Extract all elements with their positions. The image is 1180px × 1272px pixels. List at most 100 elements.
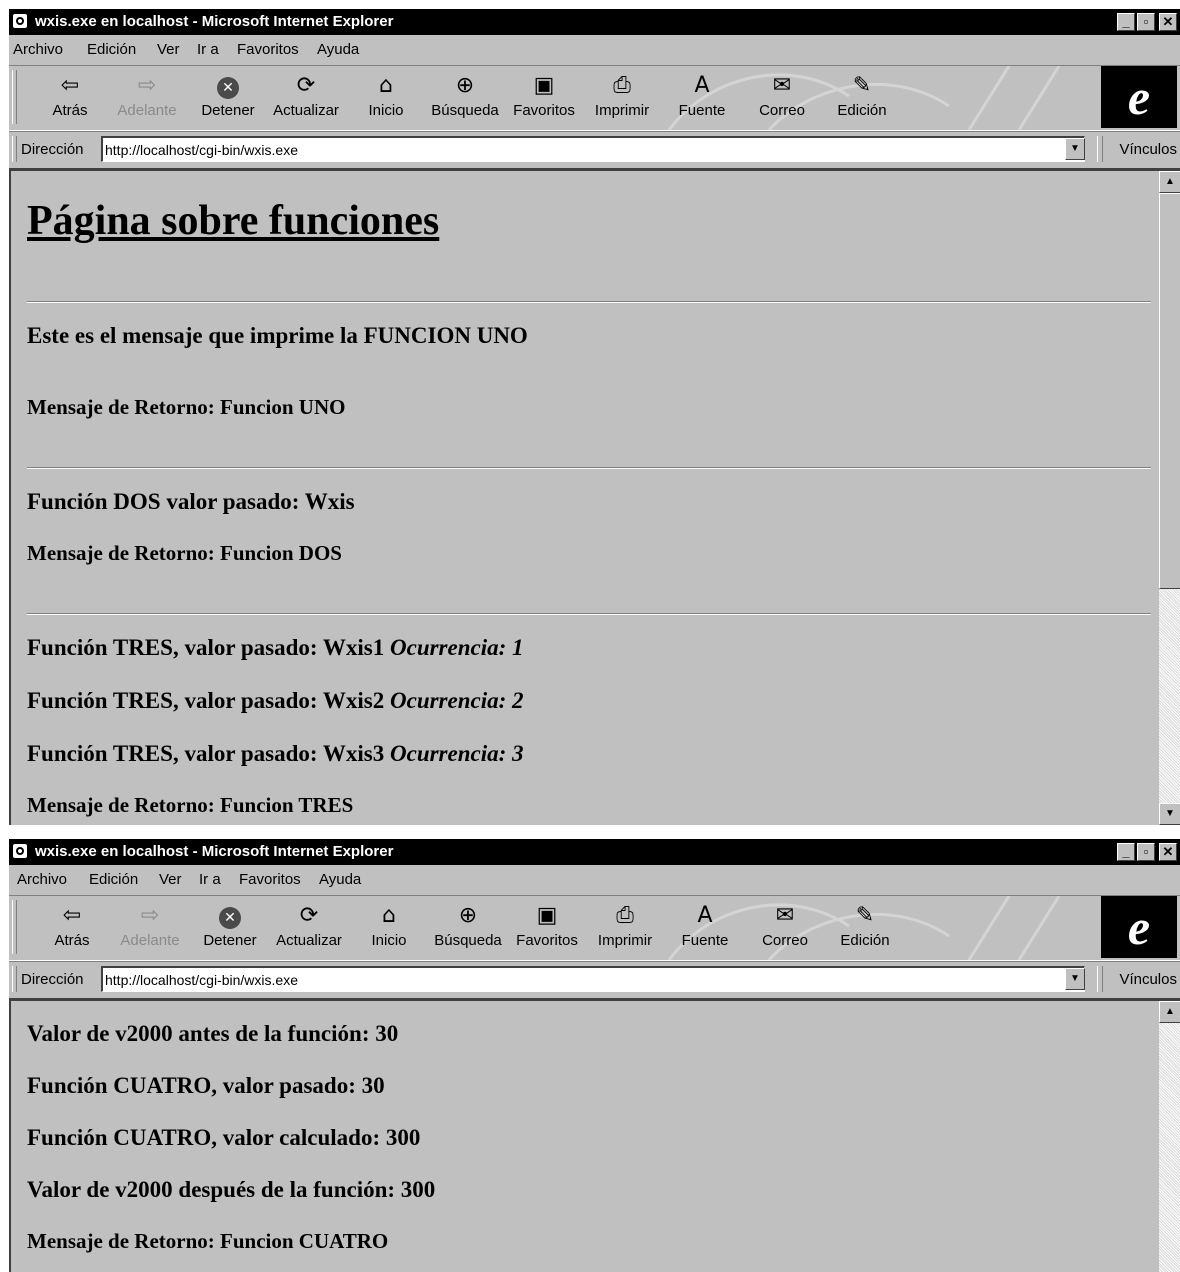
favorites-folder-icon: ▣	[533, 73, 555, 98]
ie-logo: e	[1101, 66, 1177, 128]
scroll-up-button[interactable]: ▲	[1159, 171, 1180, 193]
page-heading: Página sobre funciones	[27, 198, 440, 244]
forward-arrow-icon: ⇨	[140, 903, 160, 928]
favorites-button[interactable]: ▣ Favoritos	[509, 70, 579, 126]
back-button[interactable]: ⇦ Atrás	[37, 900, 107, 956]
standard-toolbar: ⇦ Atrás ⇨ Adelante ✕ Detener ⟳ Actualiza…	[9, 65, 1180, 131]
refresh-icon: ⟳	[296, 73, 316, 98]
printer-icon: ⎙	[616, 903, 634, 928]
mail-button[interactable]: ✉ Correo	[750, 900, 820, 956]
toolbar-grip[interactable]	[12, 70, 17, 124]
menu-ayuda[interactable]: Ayuda	[319, 871, 361, 888]
window-title: wxis.exe en localhost - Microsoft Intern…	[35, 13, 394, 30]
refresh-button[interactable]: ⟳ Actualizar	[274, 900, 344, 956]
favorites-button[interactable]: ▣ Favoritos	[512, 900, 582, 956]
funcion-cuatro-calculated: Función CUATRO, valor calculado: 300	[27, 1125, 421, 1150]
font-button[interactable]: A Fuente	[670, 900, 740, 956]
address-bar: Dirección http://localhost/cgi-bin/wxis.…	[9, 131, 1180, 169]
funcion-dos-return: Mensaje de Retorno: Funcion DOS	[27, 541, 342, 565]
toolbar-grip[interactable]	[12, 900, 17, 954]
divider-1	[27, 301, 1151, 303]
divider-2	[27, 467, 1151, 469]
menu-ayuda[interactable]: Ayuda	[317, 41, 359, 58]
window-title: wxis.exe en localhost - Microsoft Intern…	[35, 843, 394, 860]
stop-icon: ✕	[216, 903, 244, 929]
menu-archivo[interactable]: Archivo	[17, 871, 67, 888]
forward-button[interactable]: ⇨ Adelante	[112, 70, 182, 126]
funcion-tres-line-3: Función TRES, valor pasado: Wxis3 Ocurre…	[27, 741, 524, 766]
menu-bar: Archivo Edición Ver Ir a Favoritos Ayuda	[9, 37, 1180, 61]
address-dropdown-button[interactable]: ▼	[1065, 138, 1085, 160]
back-arrow-icon: ⇦	[60, 73, 80, 98]
menu-archivo[interactable]: Archivo	[13, 41, 63, 58]
close-button[interactable]: ✕	[1159, 13, 1177, 31]
search-button[interactable]: ⊕ Búsqueda	[430, 70, 500, 126]
home-button[interactable]: ⌂ Inicio	[354, 900, 424, 956]
minimize-button[interactable]: _	[1117, 13, 1135, 31]
scroll-thumb[interactable]	[1159, 193, 1180, 589]
refresh-icon: ⟳	[299, 903, 319, 928]
funcion-tres-line-2: Función TRES, valor pasado: Wxis2 Ocurre…	[27, 688, 524, 713]
occurrence-2: Ocurrencia: 2	[390, 688, 524, 713]
print-button[interactable]: ⎙ Imprimir	[587, 70, 657, 126]
browser-window-1: wxis.exe en localhost - Microsoft Intern…	[8, 8, 1180, 825]
menu-ir-a[interactable]: Ir a	[199, 871, 221, 888]
address-label: Dirección	[21, 971, 84, 988]
vertical-scrollbar[interactable]: ▲ ▼	[1159, 171, 1180, 825]
menu-ver[interactable]: Ver	[157, 41, 180, 58]
back-button[interactable]: ⇦ Atrás	[35, 70, 105, 126]
font-button[interactable]: A Fuente	[667, 70, 737, 126]
edit-button[interactable]: ✎ Edición	[830, 900, 900, 956]
address-input[interactable]: http://localhost/cgi-bin/wxis.exe	[101, 966, 1085, 992]
home-button[interactable]: ⌂ Inicio	[351, 70, 421, 126]
stop-button[interactable]: ✕ Detener	[193, 70, 263, 126]
search-button[interactable]: ⊕ Búsqueda	[433, 900, 503, 956]
refresh-button[interactable]: ⟳ Actualizar	[271, 70, 341, 126]
scroll-up-button[interactable]: ▲	[1159, 1001, 1180, 1023]
links-button[interactable]: Vínculos	[1119, 971, 1177, 988]
funcion-uno-message: Este es el mensaje que imprime la FUNCIO…	[27, 323, 528, 348]
close-button[interactable]: ✕	[1159, 843, 1177, 861]
font-size-icon: A	[694, 73, 710, 98]
address-label: Dirección	[21, 141, 84, 158]
address-input[interactable]: http://localhost/cgi-bin/wxis.exe	[101, 136, 1085, 162]
address-grip[interactable]	[12, 966, 17, 992]
menu-favoritos[interactable]: Favoritos	[237, 41, 299, 58]
menu-ir-a[interactable]: Ir a	[197, 41, 219, 58]
address-dropdown-button[interactable]: ▼	[1065, 968, 1085, 990]
address-grip[interactable]	[12, 136, 17, 162]
links-button[interactable]: Vínculos	[1119, 141, 1177, 158]
search-icon: ⊕	[458, 903, 478, 928]
browser-window-2: wxis.exe en localhost - Microsoft Intern…	[8, 838, 1180, 1272]
edit-button[interactable]: ✎ Edición	[827, 70, 897, 126]
menu-favoritos[interactable]: Favoritos	[239, 871, 301, 888]
page-content: Valor de v2000 antes de la función: 30 F…	[9, 999, 1180, 1272]
ie-window-icon[interactable]	[13, 14, 27, 28]
forward-arrow-icon: ⇨	[137, 73, 157, 98]
maximize-button[interactable]: ▫	[1137, 13, 1155, 31]
forward-button[interactable]: ⇨ Adelante	[115, 900, 185, 956]
printer-icon: ⎙	[613, 73, 631, 98]
address-bar: Dirección http://localhost/cgi-bin/wxis.…	[9, 961, 1180, 999]
stop-button[interactable]: ✕ Detener	[195, 900, 265, 956]
funcion-tres-line-1: Función TRES, valor pasado: Wxis1 Ocurre…	[27, 635, 524, 660]
funcion-cuatro-return: Mensaje de Retorno: Funcion CUATRO	[27, 1229, 389, 1253]
vertical-scrollbar[interactable]: ▲	[1159, 1001, 1180, 1272]
ie-window-icon[interactable]	[13, 844, 27, 858]
back-arrow-icon: ⇦	[62, 903, 82, 928]
menu-bar: Archivo Edición Ver Ir a Favoritos Ayuda	[9, 867, 1180, 891]
minimize-button[interactable]: _	[1117, 843, 1135, 861]
menu-edicion[interactable]: Edición	[89, 871, 138, 888]
home-icon: ⌂	[382, 903, 396, 928]
print-button[interactable]: ⎙ Imprimir	[590, 900, 660, 956]
menu-edicion[interactable]: Edición	[87, 41, 136, 58]
scroll-down-button[interactable]: ▼	[1159, 803, 1180, 825]
links-separator	[1097, 966, 1103, 992]
ie-logo: e	[1101, 896, 1177, 958]
mail-button[interactable]: ✉ Correo	[747, 70, 817, 126]
v2000-before-line: Valor de v2000 antes de la función: 30	[27, 1021, 399, 1046]
edit-icon: ✎	[852, 73, 872, 98]
maximize-button[interactable]: ▫	[1137, 843, 1155, 861]
divider-3	[27, 613, 1151, 615]
menu-ver[interactable]: Ver	[159, 871, 182, 888]
